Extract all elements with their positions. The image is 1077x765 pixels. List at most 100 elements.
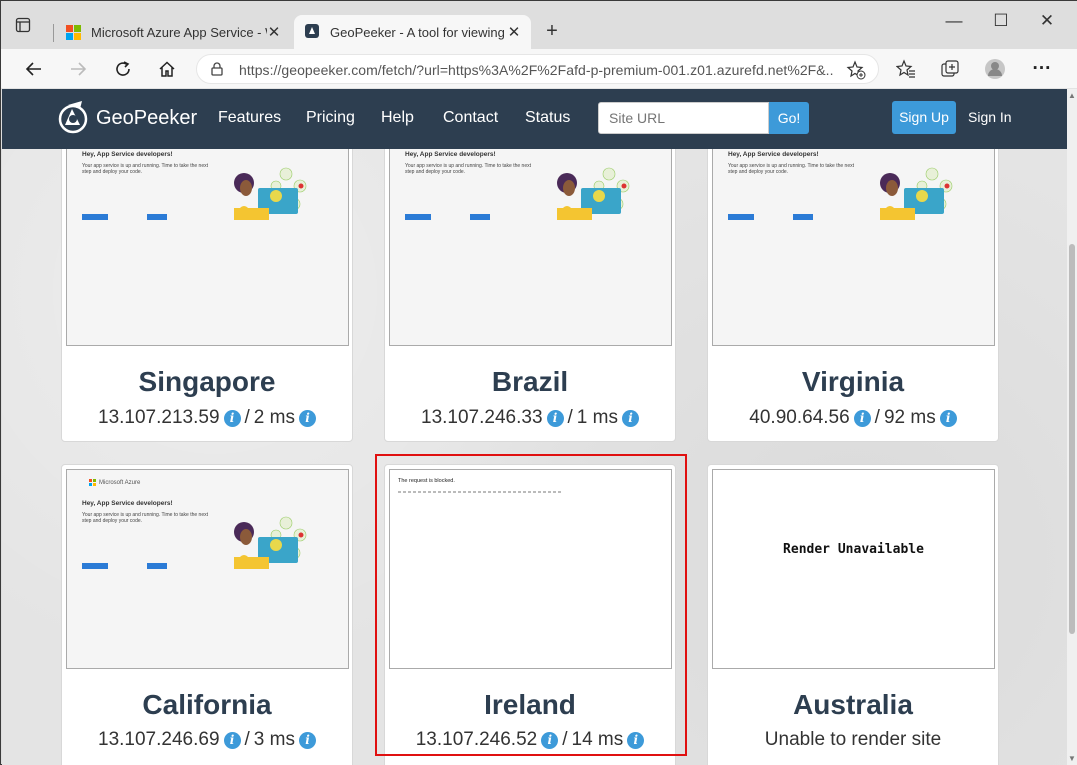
unable-to-render-text: Unable to render site [764, 729, 942, 750]
preview-button [147, 214, 167, 220]
more-menu-icon[interactable]: ··· [1028, 56, 1056, 82]
scroll-down-icon[interactable]: ▼ [1068, 754, 1076, 763]
tab-separator [53, 24, 54, 42]
close-tab-icon[interactable]: ✕ [507, 23, 521, 41]
geopeeker-favicon-icon [304, 23, 320, 42]
info-icon[interactable]: i [621, 409, 639, 427]
location-card-california: Microsoft Azure Hey, App Service develop… [61, 464, 353, 765]
nav-status[interactable]: Status [525, 109, 570, 127]
browser-toolbar: https://geopeeker.com/fetch/?url=https%3… [1, 49, 1077, 89]
ip-address: 40.90.64.56 [749, 407, 850, 428]
render-unavailable-text: Render Unavailable [783, 542, 924, 557]
preview-button [793, 214, 813, 220]
preview-button [470, 214, 490, 220]
location-name: Singapore [138, 366, 276, 397]
preview-heading: Hey, App Service developers! [405, 151, 496, 158]
site-screenshot[interactable]: Microsoft Azure Hey, App Service develop… [389, 120, 672, 346]
ip-address: 13.107.246.33 [421, 407, 543, 428]
forward-icon[interactable] [64, 56, 92, 82]
minimize-icon[interactable]: — [944, 11, 964, 31]
latency: 1 ms [576, 407, 618, 428]
preview-heading: Hey, App Service developers! [82, 151, 173, 158]
new-tab-icon[interactable]: + [540, 19, 564, 43]
site-screenshot[interactable]: Microsoft Azure Hey, App Service develop… [66, 120, 349, 346]
ip-address: 13.107.213.59 [98, 407, 220, 428]
tab-bar: Microsoft Azure App Service - W ✕ GeoPee… [1, 1, 1077, 49]
browser-window: Microsoft Azure App Service - W ✕ GeoPee… [0, 0, 1077, 765]
nav-pricing[interactable]: Pricing [306, 109, 355, 127]
nav-contact[interactable]: Contact [443, 109, 498, 127]
microsoft-favicon-icon [66, 24, 81, 40]
page-viewport: GeoPeeker Features Pricing Help Contact … [2, 89, 1067, 765]
url-text[interactable]: https://geopeeker.com/fetch/?url=https%3… [239, 62, 834, 78]
info-icon[interactable]: i [939, 409, 957, 427]
info-icon[interactable]: i [298, 409, 316, 427]
brand-name: GeoPeeker [96, 106, 198, 129]
preview-button [147, 563, 167, 569]
site-url-input[interactable] [598, 102, 769, 134]
scroll-up-icon[interactable]: ▲ [1068, 91, 1076, 100]
brand[interactable]: GeoPeeker [56, 98, 197, 138]
preview-body: Your app service is up and running. Time… [405, 163, 532, 175]
location-stats: 40.90.64.56 i / 92 ms i [708, 407, 998, 429]
lock-icon[interactable] [209, 61, 225, 77]
tab-title: Microsoft Azure App Service - W [91, 24, 267, 40]
location-stats: 13.107.246.33 i / 1 ms i [385, 407, 675, 429]
tab-geopeeker[interactable]: GeoPeeker - A tool for viewing s ✕ [294, 15, 531, 49]
tab-actions-icon[interactable] [15, 17, 45, 47]
refresh-icon[interactable] [109, 56, 137, 82]
latency: 3 ms [253, 729, 295, 750]
location-name: Australia [793, 689, 913, 720]
tab-title: GeoPeeker - A tool for viewing s [330, 24, 507, 40]
preview-heading: Hey, App Service developers! [728, 151, 819, 158]
site-screenshot[interactable]: Microsoft Azure Hey, App Service develop… [712, 120, 995, 346]
developer-illustration [880, 167, 953, 220]
tab-azure[interactable]: Microsoft Azure App Service - W ✕ [56, 15, 291, 49]
preview-body: Your app service is up and running. Time… [728, 163, 855, 175]
add-favorite-icon[interactable] [846, 60, 866, 80]
sign-in-link[interactable]: Sign In [968, 109, 1012, 125]
nav-help[interactable]: Help [381, 109, 414, 127]
preview-body: Your app service is up and running. Time… [82, 163, 209, 175]
address-bar[interactable]: https://geopeeker.com/fetch/?url=https%3… [196, 54, 879, 84]
latency: 2 ms [253, 407, 295, 428]
latency: 92 ms [883, 407, 936, 428]
location-stats: 13.107.246.69 i / 3 ms i [62, 729, 352, 751]
page-scrollbar[interactable]: ▲ ▼ [1067, 89, 1077, 765]
preview-button [405, 214, 431, 220]
location-card-singapore: Microsoft Azure Hey, App Service develop… [61, 109, 353, 442]
home-icon[interactable] [153, 56, 181, 82]
collections-icon[interactable] [936, 56, 964, 82]
info-icon[interactable]: i [223, 409, 241, 427]
site-screenshot[interactable]: Render Unavailable [712, 469, 995, 669]
sign-up-button[interactable]: Sign Up [892, 101, 956, 134]
location-message: Unable to render site [708, 729, 998, 751]
go-button[interactable]: Go! [769, 102, 809, 134]
maximize-icon[interactable]: ☐ [991, 11, 1011, 31]
ip-address: 13.107.246.69 [98, 729, 220, 750]
microsoft-azure-label: Microsoft Azure [99, 479, 141, 486]
location-card-australia: Render Unavailable Australia Unable to r… [707, 464, 999, 765]
info-icon[interactable]: i [298, 731, 316, 749]
geopeeker-logo-icon [58, 101, 88, 134]
location-name: California [142, 689, 272, 720]
location-stats: 13.107.213.59 i / 2 ms i [62, 407, 352, 429]
preview-button [82, 563, 108, 569]
preview-button [82, 214, 108, 220]
close-window-icon[interactable]: ✕ [1037, 11, 1057, 31]
site-screenshot[interactable]: Microsoft Azure Hey, App Service develop… [66, 469, 349, 669]
nav-features[interactable]: Features [218, 109, 281, 127]
info-icon[interactable]: i [546, 409, 564, 427]
info-icon[interactable]: i [223, 731, 241, 749]
microsoft-logo-icon [89, 479, 96, 486]
favorites-icon[interactable] [892, 56, 920, 82]
developer-illustration [234, 516, 307, 569]
developer-illustration [234, 167, 307, 220]
microsoft-logo: Microsoft Azure [89, 479, 140, 486]
back-icon[interactable] [20, 56, 48, 82]
profile-avatar[interactable] [981, 56, 1009, 82]
close-tab-icon[interactable]: ✕ [267, 23, 281, 41]
info-icon[interactable]: i [853, 409, 871, 427]
scrollbar-thumb[interactable] [1069, 244, 1075, 634]
preview-heading: Hey, App Service developers! [82, 500, 173, 507]
